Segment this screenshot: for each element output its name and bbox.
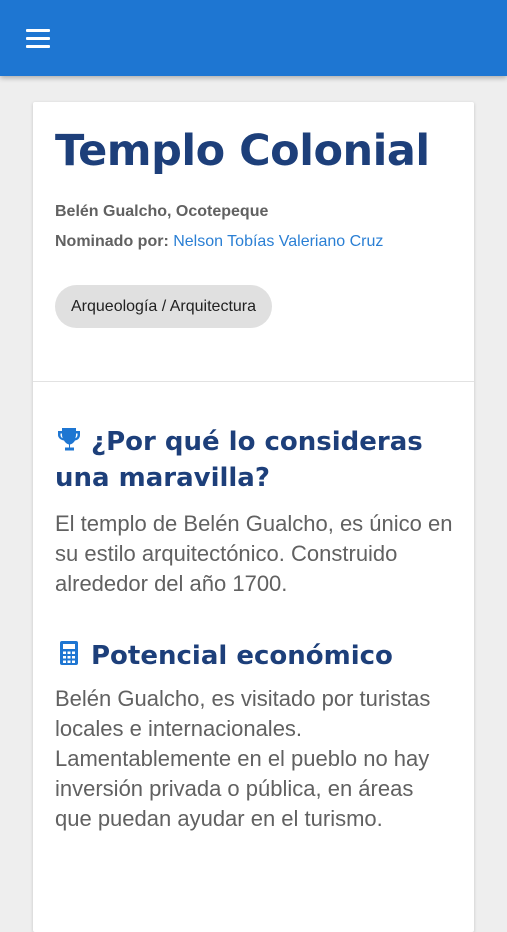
page-title: Templo Colonial (55, 126, 430, 176)
location-text: Belén Gualcho, Ocotepeque (55, 203, 269, 220)
nominee-line: Nominado por: Nelson Tobías Valeriano Cr… (55, 233, 383, 251)
section-body-why: El templo de Belén Gualcho, es único en … (55, 511, 453, 596)
app-bar (0, 0, 507, 76)
trophy-icon (58, 428, 80, 451)
section-title-why: ¿Por qué lo consideras una maravilla? (55, 424, 465, 496)
section-title-economic: Potencial económico (55, 638, 465, 674)
nominee-link[interactable]: Nelson Tobías Valeriano Cruz (173, 233, 383, 250)
nominee-label: Nominado por: (55, 233, 169, 250)
entry-card: Templo Colonial Belén Gualcho, Ocotepequ… (33, 102, 474, 932)
category-chip[interactable]: Arqueología / Arquitectura (55, 285, 273, 328)
hamburger-menu-icon[interactable] (24, 27, 54, 51)
section-body-economic: Belén Gualcho, es visitado por turistas … (55, 686, 431, 831)
divider (33, 381, 474, 382)
calculator-icon (60, 641, 78, 665)
section-title-text: Potencial económico (91, 641, 393, 671)
section-title-text: ¿Por qué lo consideras una maravilla? (55, 427, 423, 493)
